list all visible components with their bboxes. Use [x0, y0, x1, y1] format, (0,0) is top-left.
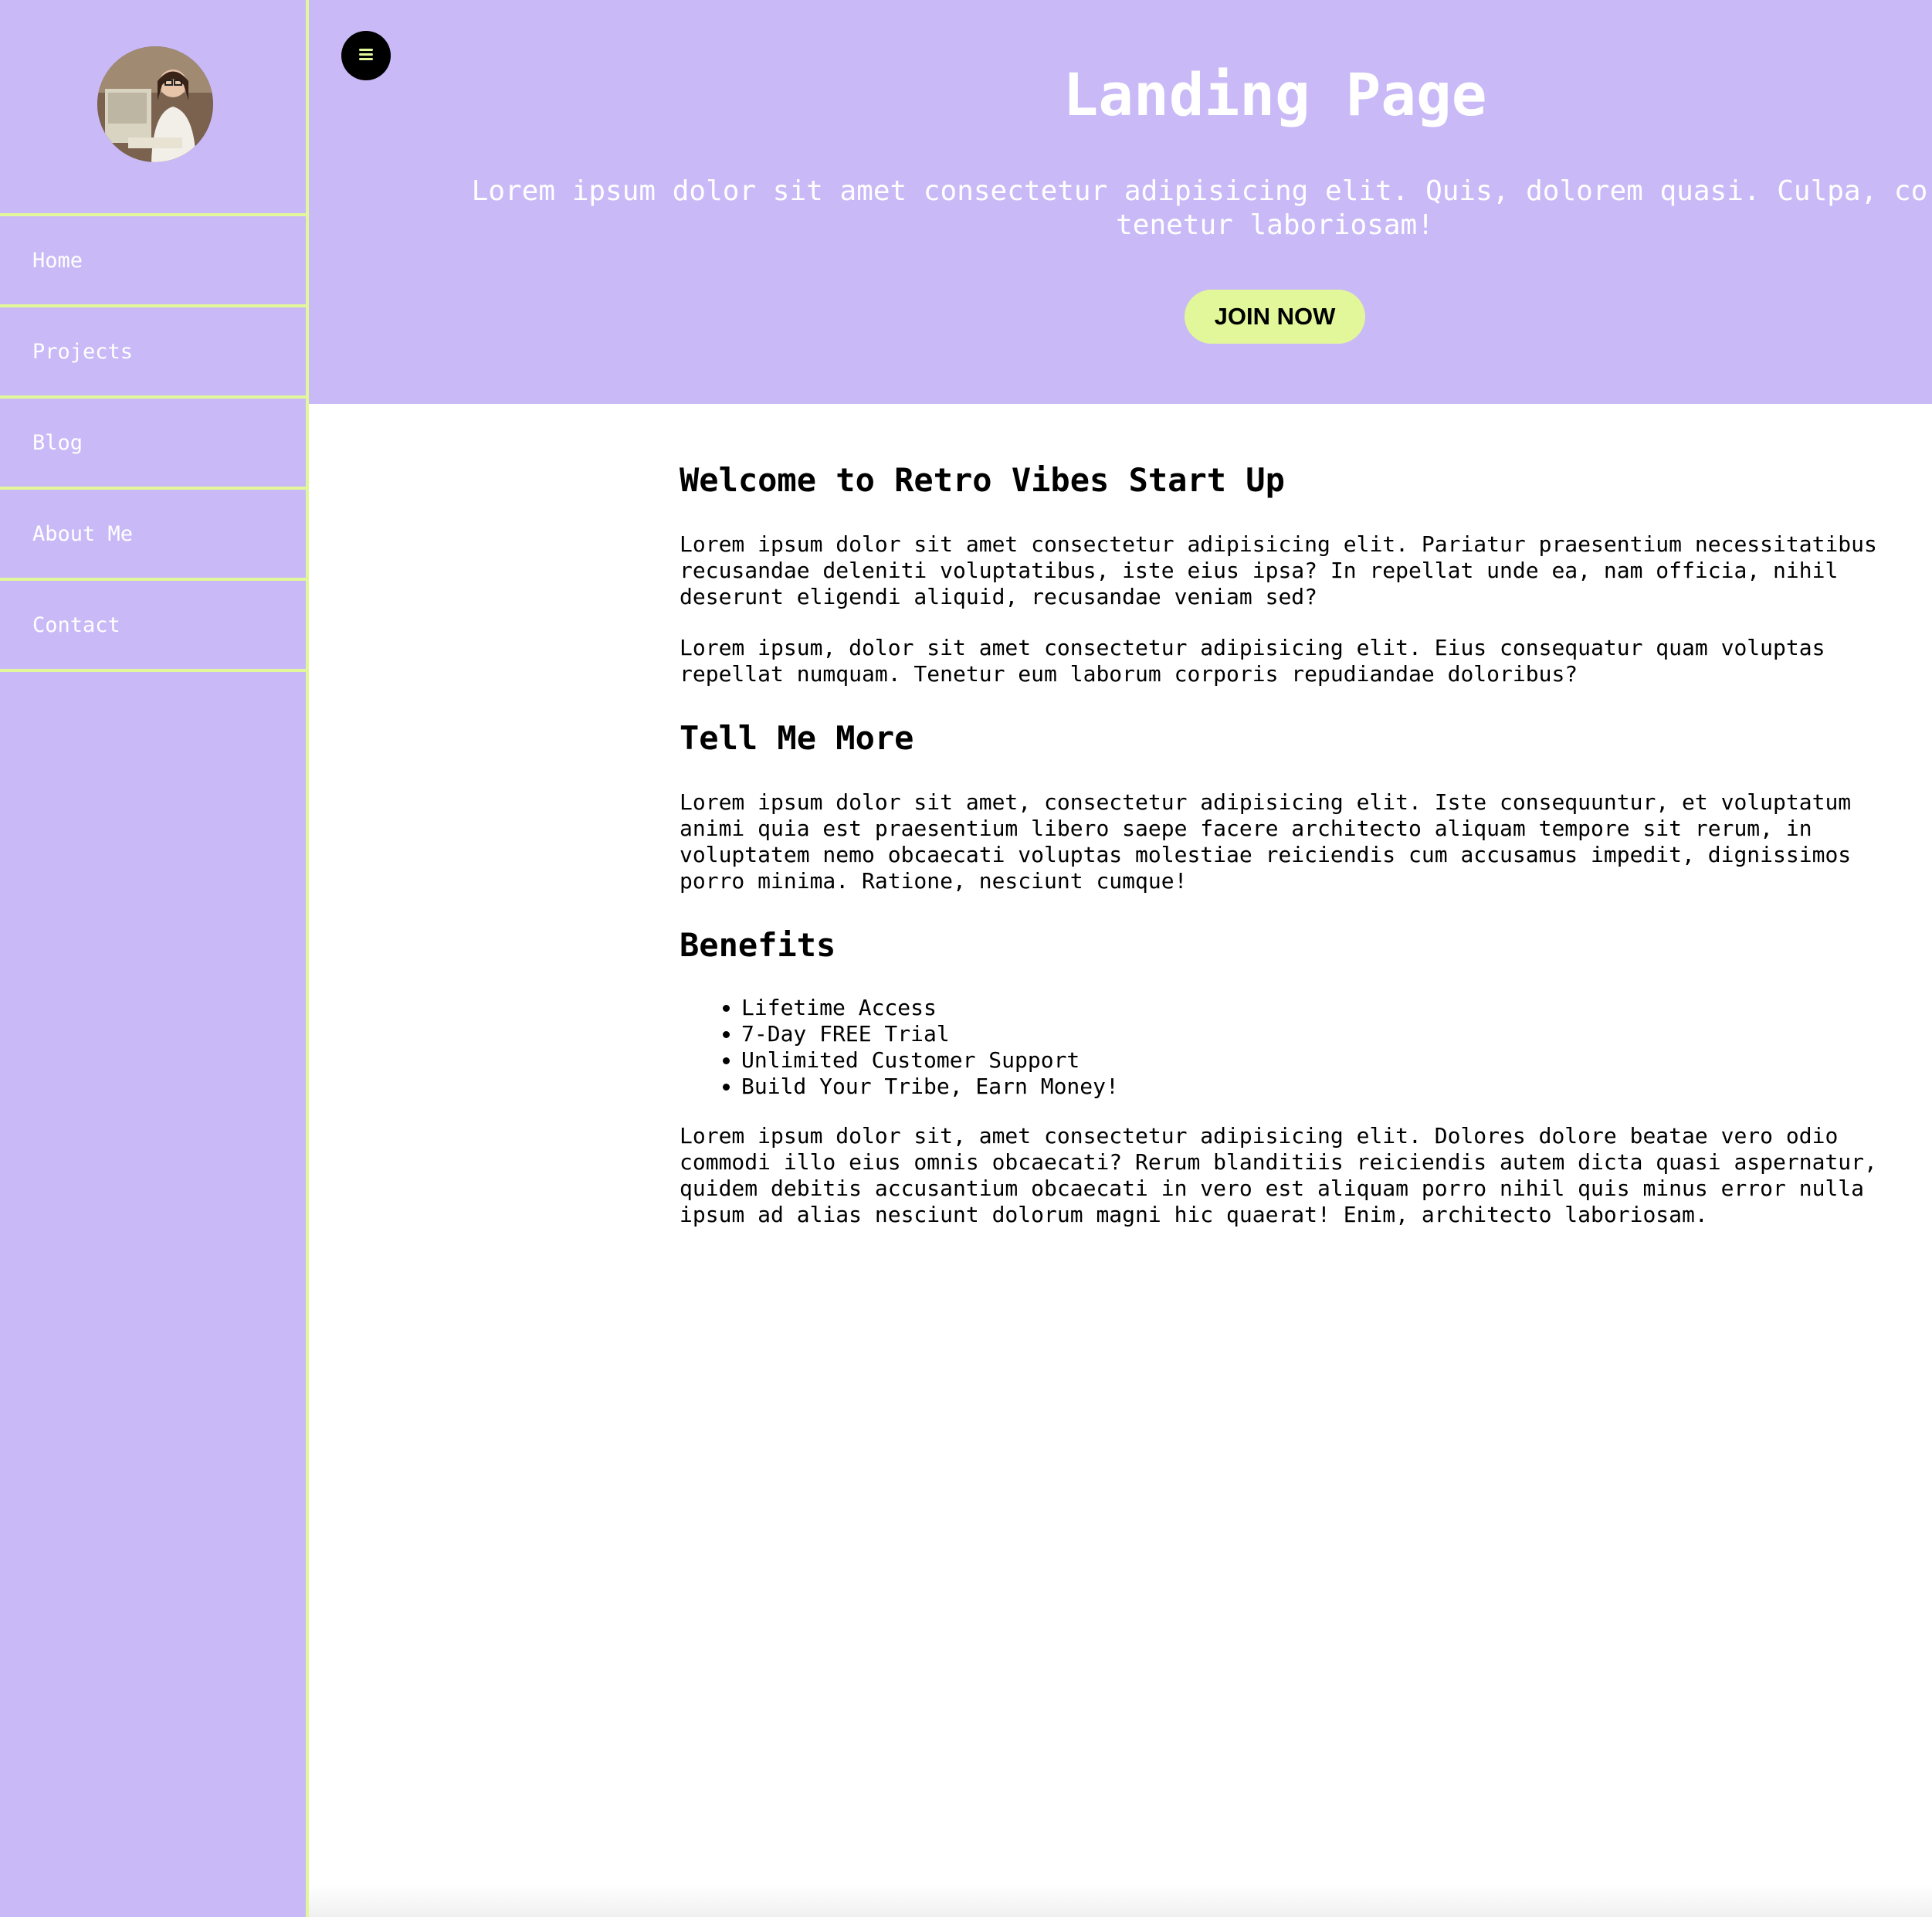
list-item: Build Your Tribe, Earn Money!	[741, 1074, 1119, 1100]
hero-subtitle: Lorem ipsum dolor sit amet consectetur a…	[309, 175, 1932, 243]
avatar-section	[0, 0, 306, 216]
benefits-list: Lifetime Access 7-Day FREE Trial Unlimit…	[680, 995, 1119, 1100]
sidebar-item-label: Home	[32, 248, 83, 273]
list-item: Unlimited Customer Support	[741, 1047, 1119, 1074]
sidebar: Home Projects Blog About Me Contact	[0, 0, 309, 1917]
page: Home Projects Blog About Me Contact Land…	[0, 0, 1932, 1917]
tell-me-more-paragraph: Lorem ipsum dolor sit amet, consectetur …	[680, 789, 1852, 894]
tell-me-more-heading: Tell Me More	[680, 719, 914, 757]
hero-subtitle-line2: tenetur laboriosam!	[1116, 209, 1434, 241]
hero-header: Landing Page Lorem ipsum dolor sit amet …	[309, 0, 1932, 404]
sidebar-item-label: Projects	[32, 339, 134, 364]
list-item: 7-Day FREE Trial	[741, 1021, 1119, 1047]
sidebar-nav: Home Projects Blog About Me Contact	[0, 216, 306, 672]
welcome-heading: Welcome to Retro Vibes Start Up	[680, 461, 1285, 499]
sidebar-item-about-me[interactable]: About Me	[0, 490, 306, 581]
avatar-image	[97, 46, 213, 162]
intro-paragraph: Lorem ipsum dolor sit amet consectetur a…	[680, 531, 1877, 609]
sidebar-item-label: About Me	[32, 521, 134, 546]
hero-subtitle-line1: Lorem ipsum dolor sit amet consectetur a…	[471, 175, 1932, 207]
list-item: Lifetime Access	[741, 995, 1119, 1021]
benefits-heading: Benefits	[680, 926, 836, 964]
sidebar-item-projects[interactable]: Projects	[0, 307, 306, 399]
sidebar-item-label: Contact	[32, 612, 120, 637]
page-title-text: Landing Page	[1063, 60, 1487, 129]
sidebar-item-blog[interactable]: Blog	[0, 399, 306, 490]
second-paragraph: Lorem ipsum, dolor sit amet consectetur …	[680, 635, 1825, 687]
sidebar-item-home[interactable]: Home	[0, 216, 306, 307]
sidebar-item-contact[interactable]: Contact	[0, 581, 306, 672]
closing-paragraph: Lorem ipsum dolor sit, amet consectetur …	[680, 1123, 1877, 1227]
join-now-button[interactable]: JOIN NOW	[1185, 290, 1365, 344]
scroll-edge	[309, 1885, 1932, 1917]
sidebar-item-label: Blog	[32, 430, 83, 455]
avatar[interactable]	[97, 46, 213, 162]
